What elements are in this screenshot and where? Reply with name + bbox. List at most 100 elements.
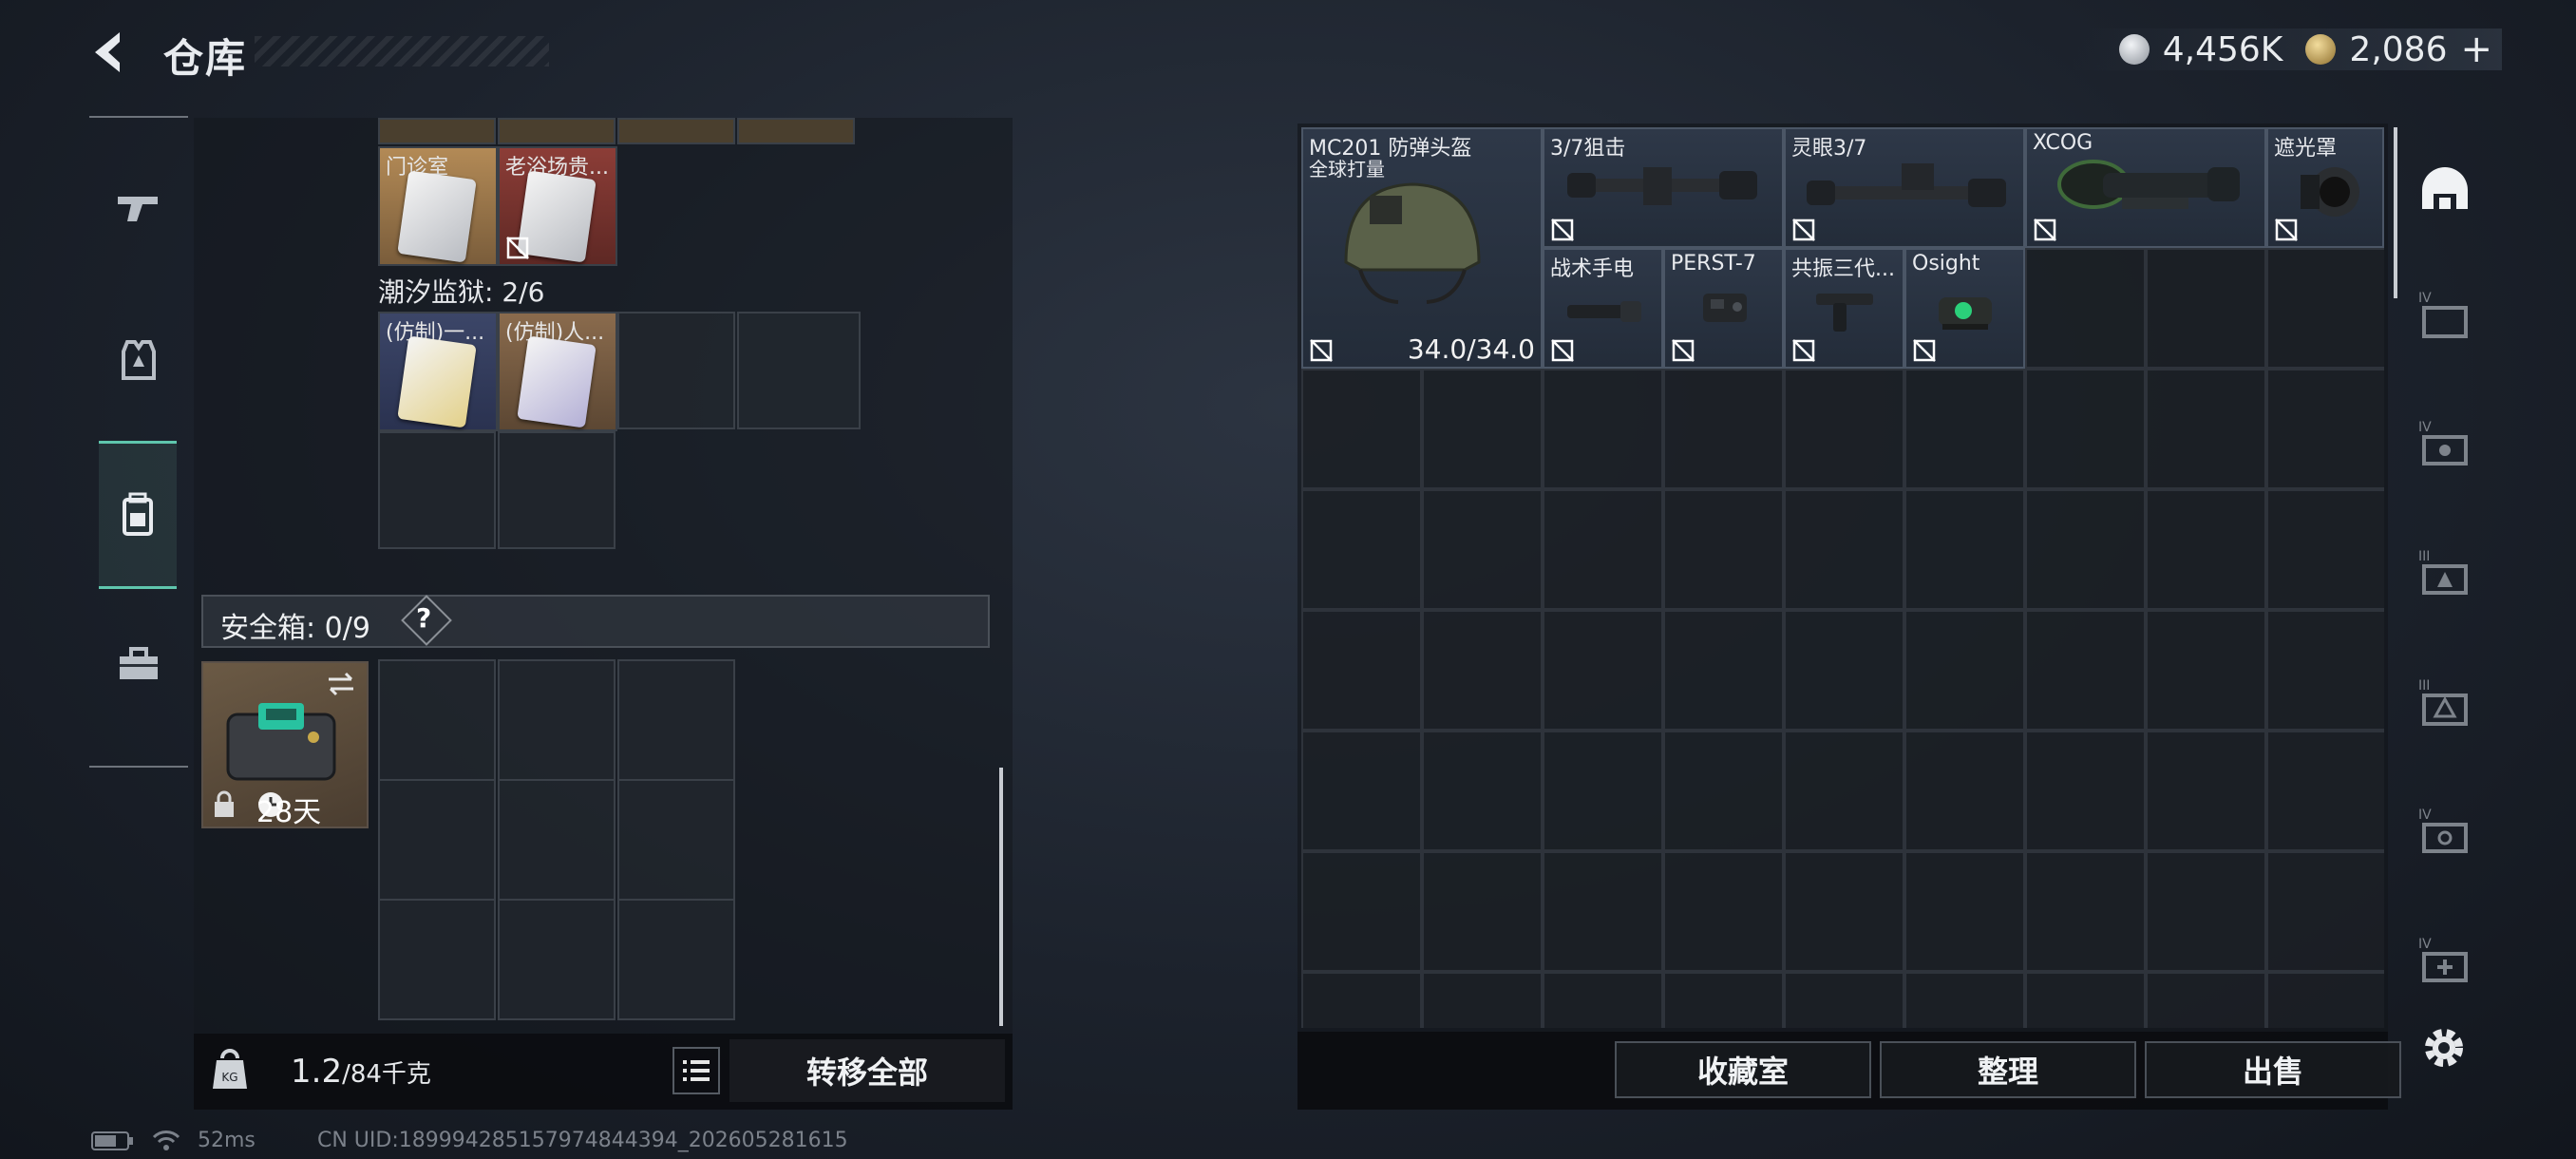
stash-item-scope-37[interactable]: 3/7狙击 [1543,127,1784,248]
stash-slot[interactable] [1784,369,1904,489]
stash-slot[interactable] [2025,369,2146,489]
stash-slot[interactable] [2266,489,2384,610]
stash-slot[interactable] [2266,851,2384,972]
stash-slot[interactable] [1543,851,1663,972]
stash-slot[interactable] [1663,972,1784,1028]
stash-slot[interactable] [1301,972,1422,1028]
transfer-all-button[interactable]: 转移全部 [729,1039,1005,1102]
stash-slot[interactable] [1422,369,1543,489]
safe-slot[interactable] [498,779,616,901]
stash-slot[interactable] [2146,248,2266,369]
stash-slot[interactable] [2025,248,2146,369]
safe-slot[interactable] [378,659,496,781]
stash-slot[interactable] [1784,972,1904,1028]
stash-slot[interactable] [1904,851,2025,972]
right-nav-helmet[interactable] [2416,162,2473,218]
empty-slot[interactable] [378,431,496,549]
stash-slot[interactable] [1301,851,1422,972]
stash-slot[interactable] [1904,972,2025,1028]
stash-scrollbar[interactable] [2394,127,2397,298]
stash-slot[interactable] [2266,610,2384,731]
stash-slot[interactable] [1301,369,1422,489]
stash-slot[interactable] [2146,489,2266,610]
stash-slot[interactable] [1904,489,2025,610]
stash-item-resonance[interactable]: 共振三代... [1784,248,1904,369]
key-item-clinic[interactable]: 门诊室 [378,146,498,266]
key-item-prison-2[interactable]: (仿制)人... [498,312,617,431]
right-nav-case-iii[interactable]: III [2416,545,2473,602]
right-nav-case-iv-plus[interactable]: IV [2416,933,2473,990]
empty-slot[interactable] [617,312,735,429]
stash-slot[interactable] [1663,369,1784,489]
key-item-bathhouse[interactable]: 老浴场贵... [498,146,617,266]
stash-slot[interactable] [2266,731,2384,851]
nav-weapon[interactable] [89,137,188,279]
stash-slot[interactable] [2025,851,2146,972]
stash-item-xcog[interactable]: XCOG [2025,127,2266,248]
stash-slot[interactable] [1663,610,1784,731]
right-nav-container-iv[interactable]: IV [2416,287,2473,344]
nav-toolbox[interactable] [89,593,188,735]
stash-slot[interactable] [1904,369,2025,489]
stash-slot[interactable] [2146,369,2266,489]
safe-slot[interactable] [617,899,735,1020]
stash-item-osight[interactable]: Osight [1904,248,2025,369]
stash-slot[interactable] [1784,610,1904,731]
right-nav-case-iv[interactable]: IV [2416,416,2473,473]
settings-button[interactable] [2418,1022,2470,1074]
stash-slot[interactable] [1301,610,1422,731]
stash-slot[interactable] [1784,851,1904,972]
stash-item-perst7[interactable]: PERST-7 [1663,248,1784,369]
safe-slot[interactable] [498,659,616,781]
backpack-scrollbar[interactable] [999,768,1003,1026]
stash-slot[interactable] [2025,972,2146,1028]
stash-slot[interactable] [1543,369,1663,489]
stash-slot[interactable] [1422,972,1543,1028]
stash-slot[interactable] [1543,731,1663,851]
collection-room-button[interactable]: 收藏室 [1615,1041,1871,1098]
stash-slot[interactable] [2025,731,2146,851]
stash-slot[interactable] [1543,610,1663,731]
add-currency-button[interactable]: + [2460,28,2492,71]
nav-backpack[interactable] [99,441,177,589]
stash-slot[interactable] [2266,248,2384,369]
stash-slot[interactable] [2025,610,2146,731]
stash-item-lens-hood[interactable]: 遮光罩 [2266,127,2384,248]
key-item-prison-1[interactable]: (仿制)一... [378,312,498,431]
stash-slot[interactable] [1422,851,1543,972]
stash-slot[interactable] [1543,489,1663,610]
empty-slot[interactable] [498,431,616,549]
stash-slot[interactable] [1904,610,2025,731]
stash-slot[interactable] [1784,731,1904,851]
stash-slot[interactable] [1663,851,1784,972]
stash-item-spirit-eye[interactable]: 灵眼3/7 [1784,127,2025,248]
stash-slot[interactable] [2146,851,2266,972]
stash-slot[interactable] [2025,489,2146,610]
stash-slot[interactable] [2266,369,2384,489]
stash-slot[interactable] [1784,489,1904,610]
list-view-button[interactable] [672,1047,720,1094]
stash-item-flashlight[interactable]: 战术手电 [1543,248,1663,369]
stash-slot[interactable] [2146,610,2266,731]
safe-slot[interactable] [617,659,735,781]
stash-slot[interactable] [1301,489,1422,610]
stash-slot[interactable] [1422,731,1543,851]
stash-slot[interactable] [2146,731,2266,851]
nav-armor[interactable] [89,289,188,431]
stash-slot[interactable] [1422,489,1543,610]
stash-slot[interactable] [1663,489,1784,610]
stash-item-helmet[interactable]: MC201 防弹头盔 全球打量 34.0/34.0 [1301,127,1543,369]
stash-slot[interactable] [1422,610,1543,731]
sort-button[interactable]: 整理 [1880,1041,2136,1098]
safe-slot[interactable] [378,779,496,901]
empty-slot[interactable] [737,312,861,429]
stash-slot[interactable] [1904,731,2025,851]
right-nav-case-iv-b[interactable]: IV [2416,804,2473,861]
back-button[interactable] [87,28,135,76]
stash-slot[interactable] [1663,731,1784,851]
safe-slot[interactable] [378,899,496,1020]
sell-button[interactable]: 出售 [2145,1041,2401,1098]
safe-slot[interactable] [617,779,735,901]
stash-slot[interactable] [1543,972,1663,1028]
stash-slot[interactable] [2266,972,2384,1028]
